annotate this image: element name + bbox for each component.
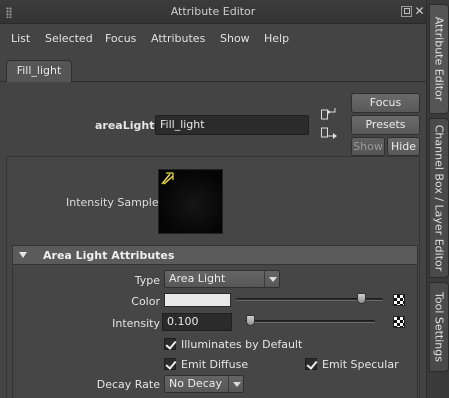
intensity-slider-track[interactable] [245, 320, 375, 323]
window-title: Attribute Editor [170, 5, 256, 18]
chevron-down-icon [264, 271, 279, 287]
tab-attribute-editor[interactable]: Attribute Editor [429, 4, 449, 114]
intensity-sample-label: Intensity Sample [66, 196, 159, 209]
area-light-attributes-header[interactable]: Area Light Attributes [12, 245, 418, 265]
menu-list[interactable]: List [11, 32, 30, 45]
tab-tool-settings-label: Tool Settings [432, 292, 446, 362]
color-map-button-icon[interactable] [393, 294, 405, 306]
chevron-down-icon [228, 376, 243, 392]
dock-tab-bar: Attribute Editor Channel Box / Layer Edi… [426, 0, 449, 398]
intensity-sample-swatch [158, 169, 223, 234]
emit-diffuse-checkbox[interactable] [164, 358, 176, 370]
menu-show[interactable]: Show [220, 32, 250, 45]
tab-fill-light[interactable]: Fill_light [6, 60, 72, 82]
node-type-label: areaLight: [95, 119, 159, 132]
intensity-map-button-icon[interactable] [393, 316, 405, 328]
type-dropdown[interactable]: Area Light [164, 270, 280, 288]
menu-attributes[interactable]: Attributes [151, 32, 205, 45]
tab-channel-box-layer-editor[interactable]: Channel Box / Layer Editor [429, 118, 449, 278]
decay-rate-label: Decay Rate [96, 378, 160, 391]
tab-channel-box-label: Channel Box / Layer Editor [432, 124, 446, 272]
emit-specular-label: Emit Specular [322, 358, 399, 371]
decay-rate-value: No Decay [169, 377, 222, 390]
intensity-slider-handle[interactable] [246, 315, 256, 326]
intensity-field[interactable]: 0.100 [162, 313, 232, 331]
menu-selected[interactable]: Selected [45, 32, 93, 45]
close-icon[interactable]: ✕ [414, 5, 425, 17]
emit-specular-checkbox[interactable] [305, 358, 317, 370]
go-to-input-icon[interactable] [321, 107, 337, 121]
type-value: Area Light [169, 272, 226, 285]
decay-rate-dropdown[interactable]: No Decay [164, 375, 244, 393]
light-bulb-icon [161, 172, 174, 185]
node-name-field[interactable]: Fill_light [155, 115, 309, 135]
section-title: Area Light Attributes [43, 249, 175, 262]
menu-help[interactable]: Help [264, 32, 289, 45]
menu-focus[interactable]: Focus [105, 32, 136, 45]
show-button[interactable]: Show [351, 137, 385, 156]
collapse-arrow-icon[interactable] [19, 252, 27, 258]
node-tab-row: Fill_light [0, 58, 426, 82]
illuminates-by-default-checkbox[interactable] [164, 338, 176, 350]
color-swatch[interactable] [164, 293, 231, 307]
tab-attribute-editor-label: Attribute Editor [432, 16, 446, 102]
emit-diffuse-label: Emit Diffuse [181, 358, 249, 371]
title-bar[interactable]: Attribute Editor ✕ [0, 0, 426, 24]
menu-bar: List Selected Focus Attributes Show Help [0, 25, 426, 51]
intensity-label: Intensity [112, 317, 160, 330]
color-label: Color [131, 295, 160, 308]
presets-button[interactable]: Presets [351, 115, 420, 135]
attribute-editor-panel: Attribute Editor ✕ List Selected Focus A… [0, 0, 426, 398]
float-window-icon[interactable] [401, 6, 412, 17]
hide-button[interactable]: Hide [387, 137, 420, 156]
focus-button[interactable]: Focus [351, 93, 420, 113]
illuminates-by-default-label: Illuminates by Default [181, 338, 303, 351]
go-to-output-icon[interactable] [321, 127, 337, 141]
tab-tool-settings[interactable]: Tool Settings [429, 282, 449, 372]
type-label: Type [134, 274, 160, 287]
